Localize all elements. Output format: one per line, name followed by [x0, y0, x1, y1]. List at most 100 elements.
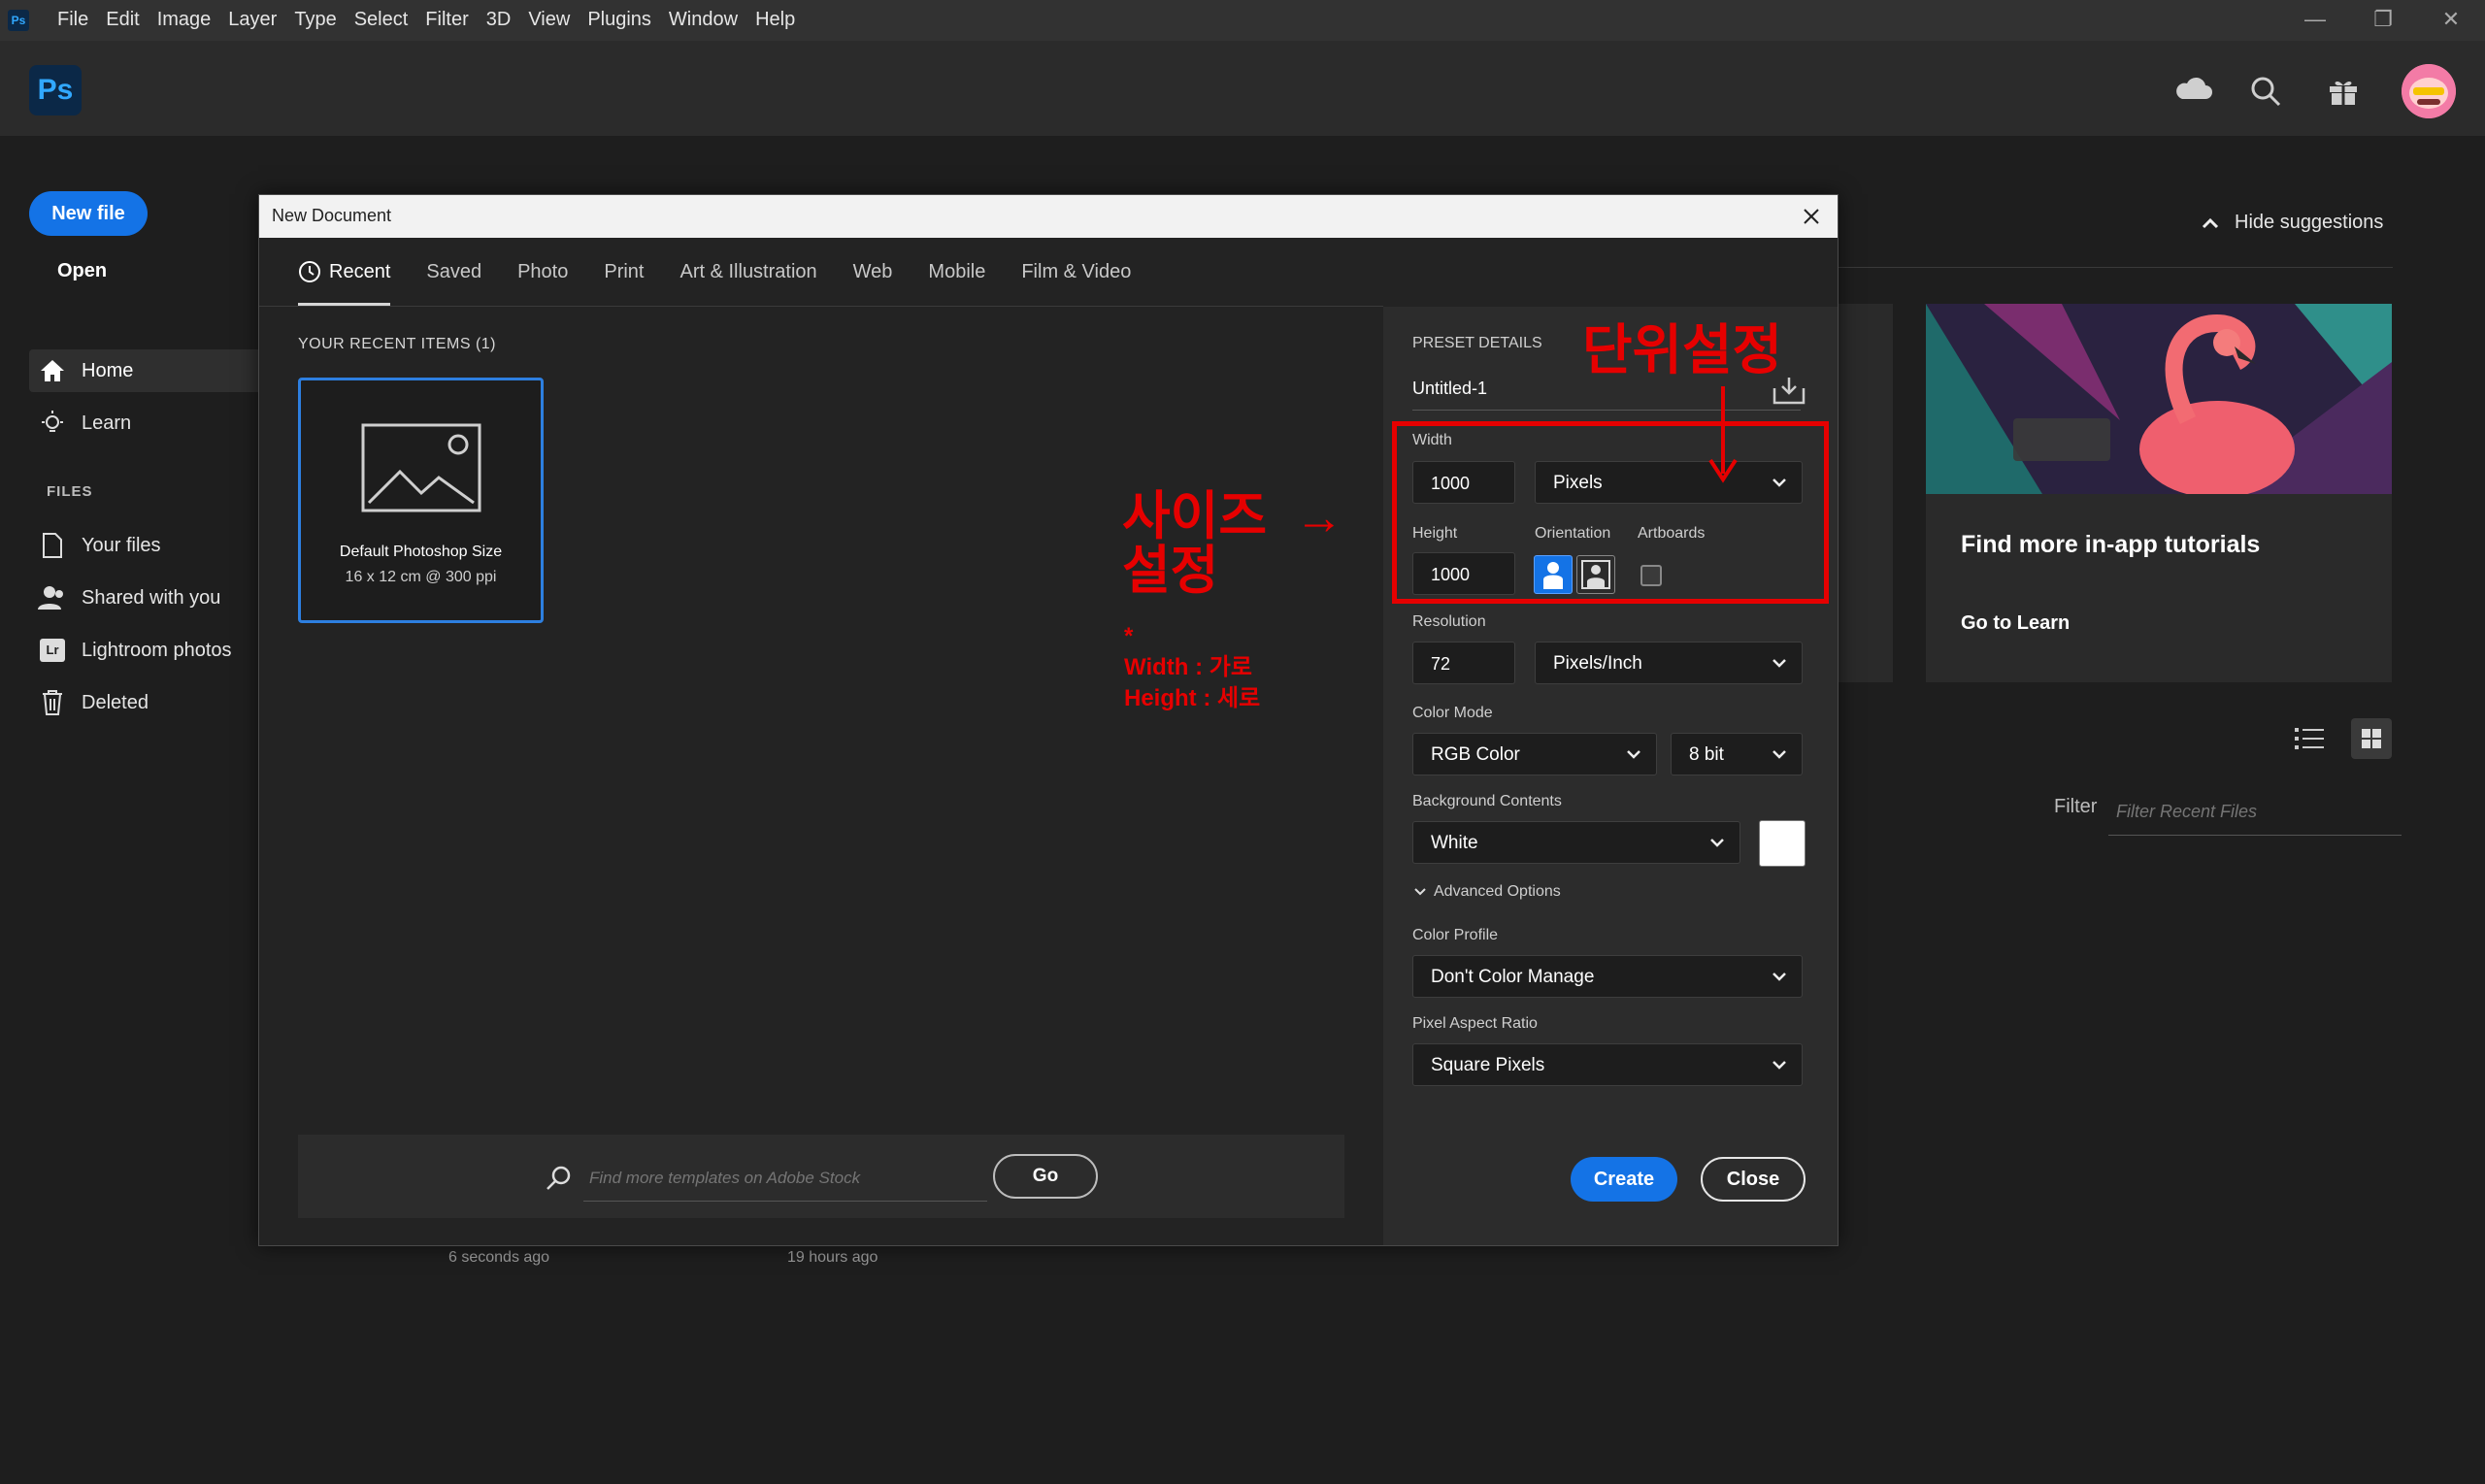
menu-layer[interactable]: Layer	[219, 0, 285, 41]
clock-icon	[299, 261, 320, 282]
tab-print[interactable]: Print	[604, 238, 644, 306]
tab-mobile[interactable]: Mobile	[928, 238, 985, 306]
search-icon	[547, 1166, 571, 1190]
filter-recent-files-input[interactable]	[2108, 788, 2402, 836]
tab-web[interactable]: Web	[853, 238, 893, 306]
new-file-button[interactable]: New file	[29, 191, 148, 236]
flamingo-image	[1926, 304, 2392, 494]
trash-icon	[43, 690, 62, 715]
pixel-aspect-ratio-select[interactable]: Square Pixels	[1412, 1043, 1803, 1086]
recent-preset-tile[interactable]: Default Photoshop Size 16 x 12 cm @ 300 …	[298, 378, 544, 623]
sidebar-item-deleted[interactable]: Deleted	[29, 681, 262, 724]
menu-filter[interactable]: Filter	[416, 0, 477, 41]
sidebar-item-label: Lightroom photos	[82, 639, 232, 661]
minimize-icon[interactable]: —	[2281, 0, 2349, 41]
dialog-titlebar: New Document	[259, 195, 1838, 238]
gift-icon[interactable]	[2322, 70, 2365, 113]
chevron-up-icon	[2202, 217, 2219, 228]
go-to-learn-link[interactable]: Go to Learn	[1961, 612, 2070, 635]
annotation-size-line1: 사이즈	[1122, 487, 1268, 545]
resolution-input[interactable]: 72	[1412, 642, 1515, 684]
bit-depth-select[interactable]: 8 bit	[1671, 733, 1803, 775]
menu-plugins[interactable]: Plugins	[579, 0, 660, 41]
search-icon[interactable]	[2244, 70, 2287, 113]
menu-help[interactable]: Help	[746, 0, 804, 41]
resolution-label: Resolution	[1412, 613, 1486, 630]
window-close-icon[interactable]: ✕	[2417, 0, 2485, 41]
menu-select[interactable]: Select	[346, 0, 417, 41]
background-color-swatch[interactable]	[1759, 820, 1806, 867]
menu-window[interactable]: Window	[660, 0, 746, 41]
tab-photo[interactable]: Photo	[517, 238, 568, 306]
menu-file[interactable]: File	[49, 0, 97, 41]
close-button[interactable]: Close	[1701, 1157, 1806, 1202]
avatar[interactable]	[2402, 64, 2456, 118]
close-icon[interactable]	[1797, 202, 1826, 231]
hide-suggestions-button[interactable]: Hide suggestions	[2202, 212, 2383, 234]
tab-film-video[interactable]: Film & Video	[1021, 238, 1131, 306]
home-icon	[41, 360, 64, 381]
menu-3d[interactable]: 3D	[478, 0, 520, 41]
chevron-down-icon	[1773, 973, 1786, 981]
bit-depth-value: 8 bit	[1689, 744, 1724, 765]
menu-type[interactable]: Type	[285, 0, 345, 41]
chevron-down-icon	[1414, 888, 1426, 896]
annotation-size-line2: 설정	[1122, 542, 1219, 600]
tutorial-card[interactable]: Find more in-app tutorials Go to Learn	[1926, 304, 2392, 682]
annotation-note-width: Width : 가로	[1124, 654, 1252, 680]
color-mode-select[interactable]: RGB Color	[1412, 733, 1657, 775]
color-profile-select[interactable]: Don't Color Manage	[1412, 955, 1803, 998]
sidebar-item-lightroom[interactable]: Lr Lightroom photos	[29, 629, 262, 672]
tab-art-illustration[interactable]: Art & Illustration	[679, 238, 816, 306]
pixel-aspect-ratio-label: Pixel Aspect Ratio	[1412, 1015, 1538, 1032]
go-button[interactable]: Go	[993, 1154, 1098, 1199]
sidebar-item-label: Deleted	[82, 691, 149, 713]
preset-size: 16 x 12 cm @ 300 ppi	[345, 569, 497, 585]
annotation-note-height: Height : 세로	[1124, 685, 1261, 711]
tab-saved[interactable]: Saved	[426, 238, 481, 306]
sidebar-item-label: Learn	[82, 412, 132, 434]
cloud-icon[interactable]	[2172, 70, 2215, 113]
tab-label: Recent	[329, 260, 391, 282]
annotation-highlight-box	[1392, 421, 1829, 604]
sidebar-item-label: Shared with you	[82, 586, 221, 609]
advanced-options-toggle[interactable]: Advanced Options	[1412, 883, 1561, 901]
advanced-options-label: Advanced Options	[1434, 883, 1561, 900]
resolution-unit-select[interactable]: Pixels/Inch	[1535, 642, 1803, 684]
list-view-icon[interactable]	[2293, 722, 2326, 755]
background-contents-label: Background Contents	[1412, 793, 1562, 809]
recent-items-label: YOUR RECENT ITEMS (1)	[298, 336, 496, 352]
background-contents-value: White	[1431, 833, 1478, 853]
photoshop-logo: Ps	[29, 65, 82, 115]
file-timestamp: 19 hours ago	[787, 1249, 878, 1266]
background-contents-select[interactable]: White	[1412, 821, 1740, 864]
open-button[interactable]: Open	[57, 260, 107, 282]
create-button[interactable]: Create	[1571, 1157, 1677, 1202]
grid-view-icon	[2362, 729, 2381, 748]
tab-recent[interactable]: Recent	[298, 238, 391, 306]
sidebar-item-home[interactable]: Home	[29, 349, 262, 392]
grid-view-button[interactable]	[2351, 718, 2392, 759]
color-mode-value: RGB Color	[1431, 744, 1520, 765]
restore-icon[interactable]: ❐	[2349, 0, 2417, 41]
app-header	[0, 41, 2485, 136]
menu-edit[interactable]: Edit	[97, 0, 148, 41]
sidebar-item-label: Home	[82, 359, 134, 381]
menu-image[interactable]: Image	[149, 0, 220, 41]
sidebar-item-learn[interactable]: Learn	[29, 402, 262, 445]
tutorial-title: Find more in-app tutorials	[1961, 531, 2261, 558]
avatar-face-icon	[2402, 64, 2456, 118]
preset-details-header: PRESET DETAILS	[1412, 335, 1542, 351]
annotation-unit-setting: 단위설정	[1582, 319, 1783, 380]
pixel-aspect-ratio-value: Square Pixels	[1431, 1055, 1545, 1075]
sidebar-item-your-files[interactable]: Your files	[29, 524, 262, 567]
stock-search-bar: Go	[298, 1135, 1344, 1218]
suggestion-card[interactable]	[1835, 304, 1893, 682]
sidebar-item-shared[interactable]: Shared with you	[29, 577, 262, 619]
arrow-right-icon: →	[1295, 490, 1343, 544]
menu-view[interactable]: View	[519, 0, 579, 41]
color-mode-label: Color Mode	[1412, 705, 1493, 721]
divider	[1412, 410, 1801, 411]
annotation-note: * Width : 가로 Height : 세로	[1124, 621, 1260, 714]
stock-search-input[interactable]	[583, 1156, 987, 1202]
